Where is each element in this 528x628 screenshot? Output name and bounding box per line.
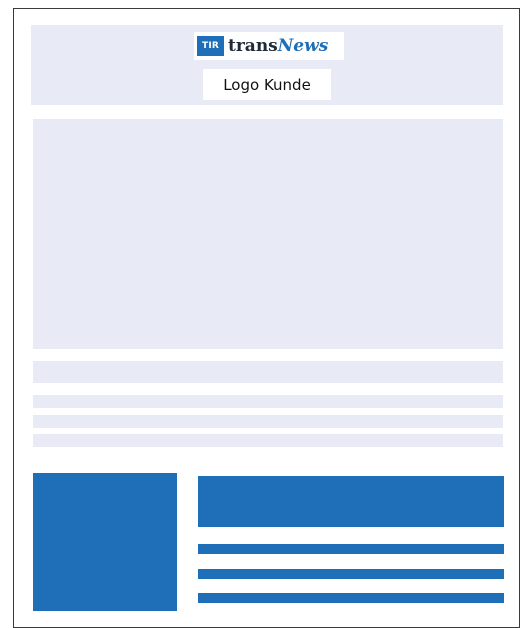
ad-text-line-placeholder-3 xyxy=(198,593,504,603)
brand-news-text: News xyxy=(277,35,329,56)
transnews-logo: TIR transNews xyxy=(194,32,344,60)
text-line-placeholder-3 xyxy=(33,434,503,447)
text-line-placeholder-1 xyxy=(33,395,503,408)
brand-wordmark: transNews xyxy=(228,35,329,56)
ad-image-placeholder xyxy=(33,473,177,611)
client-logo-placeholder: Logo Kunde xyxy=(203,69,331,100)
brand-trans-text: trans xyxy=(228,35,278,56)
ad-text-line-placeholder-2 xyxy=(198,569,504,579)
text-line-placeholder-2 xyxy=(33,415,503,428)
tir-badge: TIR xyxy=(197,36,224,56)
ad-headline-placeholder xyxy=(198,476,504,527)
headline-placeholder xyxy=(33,361,503,383)
hero-image-placeholder xyxy=(33,119,503,349)
ad-text-line-placeholder-1 xyxy=(198,544,504,554)
